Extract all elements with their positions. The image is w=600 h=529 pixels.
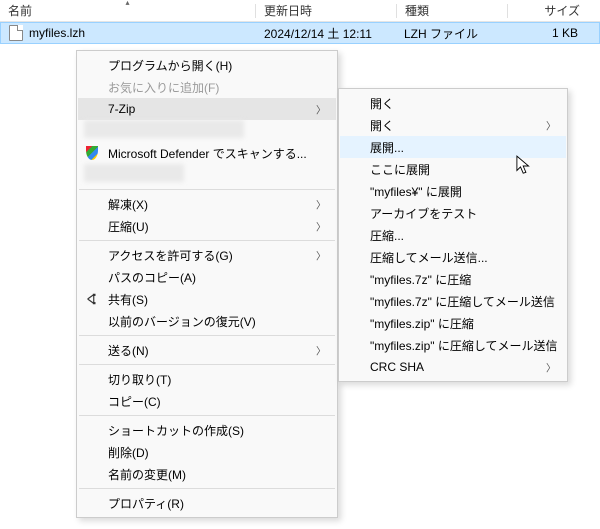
submenu-open[interactable]: 開く — [340, 92, 566, 114]
menu-create-shortcut[interactable]: ショートカットの作成(S) — [78, 419, 336, 441]
chevron-right-icon: 〉 — [316, 102, 326, 117]
file-icon — [9, 25, 23, 41]
sort-caret-up-icon: ▴ — [125, 0, 129, 7]
submenu-crc-sha[interactable]: CRC SHA 〉 — [340, 356, 566, 378]
column-label: 名前 — [8, 2, 32, 19]
share-icon — [84, 291, 100, 307]
menu-defender-scan[interactable]: Microsoft Defender でスキャンする... — [78, 142, 336, 164]
context-menu: プログラムから開く(H) お気に入りに追加(F) 7-Zip 〉 Microso… — [76, 50, 338, 518]
menu-add-favorite[interactable]: お気に入りに追加(F) — [78, 76, 336, 98]
menu-item-redacted[interactable] — [78, 120, 336, 142]
file-row-selected[interactable]: myfiles.lzh 2024/12/14 土 12:11 LZH ファイル … — [0, 22, 600, 44]
file-name: myfiles.lzh — [29, 26, 85, 40]
menu-compress[interactable]: 圧縮(U) 〉 — [78, 215, 336, 237]
submenu-to-zip[interactable]: "myfiles.zip" に圧縮 — [340, 312, 566, 334]
column-label: 更新日時 — [264, 2, 312, 19]
menu-7zip[interactable]: 7-Zip 〉 — [78, 98, 336, 120]
submenu-to-zip-mail[interactable]: "myfiles.zip" に圧縮してメール送信 — [340, 334, 566, 356]
menu-properties[interactable]: プロパティ(R) — [78, 492, 336, 514]
menu-open-with[interactable]: プログラムから開く(H) — [78, 54, 336, 76]
menu-copy-path[interactable]: パスのコピー(A) — [78, 266, 336, 288]
submenu-compress[interactable]: 圧縮... — [340, 224, 566, 246]
column-header-name[interactable]: ▴ 名前 — [0, 0, 255, 21]
redacted-icon — [84, 120, 244, 138]
submenu-to-7z[interactable]: "myfiles.7z" に圧縮 — [340, 268, 566, 290]
submenu-7zip: 開く 開く 〉 展開... ここに展開 "myfiles¥" に展開 アーカイブ… — [338, 88, 568, 382]
submenu-test-archive[interactable]: アーカイブをテスト — [340, 202, 566, 224]
chevron-right-icon: 〉 — [546, 118, 556, 133]
menu-cut[interactable]: 切り取り(T) — [78, 368, 336, 390]
menu-send-to[interactable]: 送る(N) 〉 — [78, 339, 336, 361]
column-label: サイズ — [544, 2, 580, 19]
chevron-right-icon: 〉 — [316, 219, 326, 234]
menu-copy[interactable]: コピー(C) — [78, 390, 336, 412]
chevron-right-icon: 〉 — [316, 343, 326, 358]
submenu-to-7z-mail[interactable]: "myfiles.7z" に圧縮してメール送信 — [340, 290, 566, 312]
menu-separator — [79, 415, 335, 416]
menu-grant-access[interactable]: アクセスを許可する(G) 〉 — [78, 244, 336, 266]
chevron-right-icon: 〉 — [316, 248, 326, 263]
menu-rename[interactable]: 名前の変更(M) — [78, 463, 336, 485]
chevron-right-icon: 〉 — [316, 197, 326, 212]
column-header-row: ▴ 名前 更新日時 種類 サイズ — [0, 0, 600, 22]
menu-extract[interactable]: 解凍(X) 〉 — [78, 193, 336, 215]
file-date: 2024/12/14 土 12:11 — [264, 25, 372, 42]
menu-share[interactable]: 共有(S) — [78, 288, 336, 310]
submenu-open-as[interactable]: 開く 〉 — [340, 114, 566, 136]
menu-item-redacted[interactable] — [78, 164, 336, 186]
menu-separator — [79, 335, 335, 336]
menu-restore-previous[interactable]: 以前のバージョンの復元(V) — [78, 310, 336, 332]
submenu-extract-to[interactable]: "myfiles¥" に展開 — [340, 180, 566, 202]
file-kind: LZH ファイル — [404, 25, 478, 42]
redacted-icon — [84, 164, 184, 182]
file-size: 1 KB — [552, 26, 578, 40]
chevron-right-icon: 〉 — [546, 360, 556, 375]
column-label: 種類 — [405, 2, 429, 19]
column-header-date[interactable]: 更新日時 — [256, 0, 396, 21]
submenu-compress-mail[interactable]: 圧縮してメール送信... — [340, 246, 566, 268]
submenu-extract-here[interactable]: ここに展開 — [340, 158, 566, 180]
menu-separator — [79, 240, 335, 241]
shield-icon — [84, 145, 100, 161]
menu-separator — [79, 364, 335, 365]
menu-separator — [79, 189, 335, 190]
submenu-extract[interactable]: 展開... — [340, 136, 566, 158]
column-header-kind[interactable]: 種類 — [397, 0, 507, 21]
column-header-size[interactable]: サイズ — [508, 0, 588, 21]
menu-separator — [79, 488, 335, 489]
menu-delete[interactable]: 削除(D) — [78, 441, 336, 463]
